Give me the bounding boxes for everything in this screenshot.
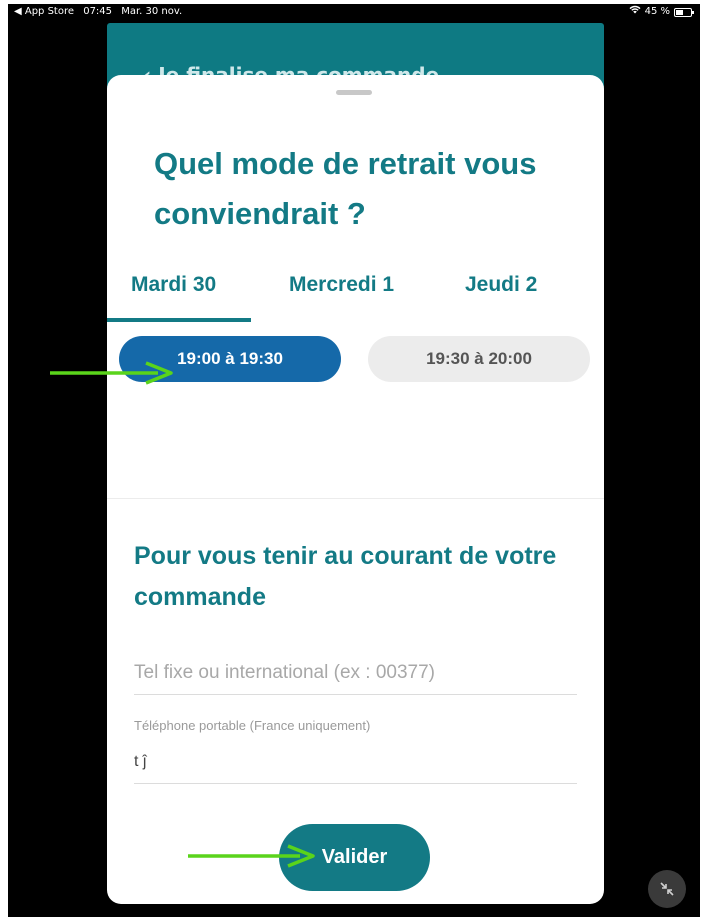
device-screen: ◀ App Store 07:45 Mar. 30 nov. 45 % ‹ Je…: [8, 4, 700, 917]
mobile-input-underline: [134, 783, 577, 784]
sheet-title: Quel mode de retrait vous conviendrait ?: [154, 146, 537, 231]
section-divider: [107, 498, 604, 499]
status-date: Mar. 30 nov.: [121, 6, 183, 17]
status-time: 07:45: [83, 6, 113, 17]
annotation-arrow-icon: [50, 361, 174, 385]
sheet-grabber-handle[interactable]: [336, 90, 372, 95]
tab-mardi-30[interactable]: Mardi 30: [131, 273, 216, 297]
selected-tab-indicator: [107, 318, 251, 322]
landline-phone-input[interactable]: Tel fixe ou international (ex : 00377): [134, 662, 435, 684]
mobile-phone-label: Téléphone portable (France uniquement): [134, 718, 371, 733]
battery-percentage: 45 %: [644, 6, 670, 17]
landline-input-underline: [134, 694, 577, 695]
back-to-app-store-link[interactable]: ◀ App Store: [14, 6, 74, 17]
bottom-sheet: Quel mode de retrait vous conviendrait ?…: [107, 75, 604, 904]
battery-level: [676, 9, 684, 15]
tab-jeudi-2[interactable]: Jeudi 2: [465, 273, 537, 297]
mobile-phone-input[interactable]: t ĵ: [134, 753, 146, 771]
wifi-icon: [629, 4, 641, 20]
annotation-arrow-icon: [188, 844, 316, 868]
status-bar: ◀ App Store 07:45 Mar. 30 nov. 45 %: [8, 4, 700, 20]
time-slot-19-30-20-00[interactable]: 19:30 à 20:00: [368, 336, 590, 382]
collapse-icon[interactable]: [648, 870, 686, 908]
battery-icon: [674, 7, 694, 17]
contact-section-title: Pour vous tenir au courant de votre comm…: [134, 542, 557, 611]
tab-mercredi-1[interactable]: Mercredi 1: [289, 273, 394, 297]
